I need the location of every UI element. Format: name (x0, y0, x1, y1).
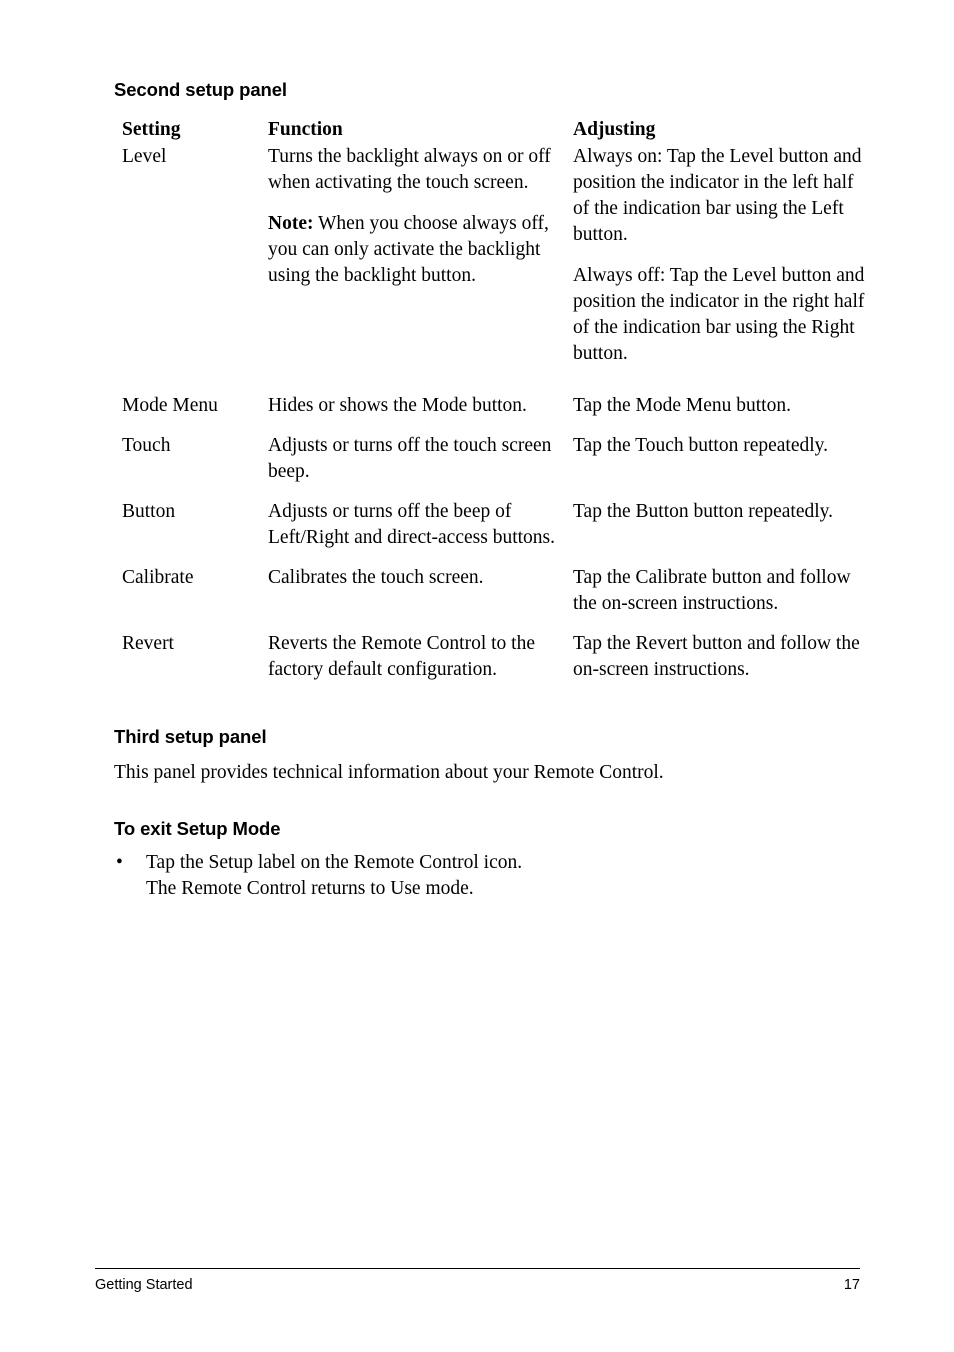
table-row: Mode Menu Hides or shows the Mode button… (122, 393, 874, 433)
list-item: • Tap the Setup label on the Remote Cont… (114, 850, 874, 902)
column-header-function: Function (268, 119, 343, 141)
table-row: Button Adjusts or turns off the beep of … (122, 499, 874, 565)
cell-function: Reverts the Remote Control to the factor… (268, 631, 573, 697)
adjusting-paragraph: Tap the Calibrate button and follow the … (573, 567, 851, 615)
function-paragraph: Reverts the Remote Control to the factor… (268, 633, 535, 681)
footer-divider (95, 1268, 860, 1269)
table-row: Calibrate Calibrates the touch screen. T… (122, 565, 874, 631)
table-row: Level Turns the backlight always on or o… (122, 144, 874, 393)
third-setup-panel-body: This panel provides technical informatio… (114, 761, 664, 783)
cell-function: Turns the backlight always on or off whe… (268, 144, 573, 393)
cell-setting: Mode Menu (122, 395, 218, 417)
cell-setting: Level (122, 146, 167, 168)
table-row: Touch Adjusts or turns off the touch scr… (122, 433, 874, 499)
cell-function: Adjusts or turns off the beep of Left/Ri… (268, 499, 573, 565)
setup-settings-table: Setting Function Adjusting Level Turns t… (122, 117, 874, 697)
function-paragraph: Turns the backlight always on or off whe… (268, 146, 551, 194)
function-paragraph: Hides or shows the Mode button. (268, 395, 527, 417)
adjusting-paragraph: Tap the Touch button repeatedly. (573, 435, 829, 457)
page-footer: Getting Started 17 (95, 1268, 860, 1293)
bullet-icon: • (116, 852, 123, 874)
second-setup-panel-heading: Second setup panel (114, 79, 287, 100)
cell-setting: Touch (122, 435, 171, 457)
cell-adjusting: Always on: Tap the Level button and posi… (573, 144, 874, 393)
cell-function: Hides or shows the Mode button. (268, 393, 573, 433)
footer-row: Getting Started 17 (95, 1277, 860, 1293)
page: Second setup panel Setting Function Adju… (0, 0, 954, 1352)
adjusting-paragraph-off: Always off: Tap the Level button and pos… (573, 265, 865, 365)
exit-setup-mode-heading: To exit Setup Mode (114, 817, 281, 839)
column-header-setting: Setting (122, 119, 181, 141)
cell-function: Adjusts or turns off the touch screen be… (268, 433, 573, 499)
function-paragraph: Adjusts or turns off the touch screen be… (268, 435, 552, 483)
cell-setting: Button (122, 501, 176, 523)
cell-function: Calibrates the touch screen. (268, 565, 573, 631)
function-note-paragraph: Note: When you choose always off, you ca… (268, 211, 561, 289)
exit-steps-list: • Tap the Setup label on the Remote Cont… (114, 850, 874, 902)
cell-adjusting: Tap the Calibrate button and follow the … (573, 565, 874, 631)
cell-adjusting: Tap the Button button repeatedly. (573, 499, 874, 565)
table-row: Revert Reverts the Remote Control to the… (122, 631, 874, 697)
cell-setting: Revert (122, 633, 174, 655)
page-number: 17 (843, 1277, 860, 1293)
cell-adjusting: Tap the Touch button repeatedly. (573, 433, 874, 499)
function-paragraph: Adjusts or turns off the beep of Left/Ri… (268, 501, 555, 549)
third-setup-panel-heading: Third setup panel (114, 726, 267, 748)
adjusting-paragraph: Tap the Button button repeatedly. (573, 501, 834, 523)
cell-adjusting: Tap the Mode Menu button. (573, 393, 874, 433)
column-header-adjusting: Adjusting (573, 119, 656, 141)
table-header-row: Setting Function Adjusting (122, 117, 874, 144)
cell-adjusting: Tap the Revert button and follow the on-… (573, 631, 874, 697)
adjusting-paragraph: Tap the Mode Menu button. (573, 395, 791, 417)
note-label: Note: (268, 213, 314, 235)
page-content: Second setup panel Setting Function Adju… (114, 79, 874, 902)
function-paragraph: Calibrates the touch screen. (268, 567, 484, 589)
list-item-line-1: Tap the Setup label on the Remote Contro… (146, 852, 523, 874)
adjusting-paragraph: Tap the Revert button and follow the on-… (573, 633, 860, 681)
footer-section-label: Getting Started (95, 1277, 193, 1293)
cell-setting: Calibrate (122, 567, 194, 589)
adjusting-paragraph-on: Always on: Tap the Level button and posi… (573, 146, 862, 246)
list-item-line-2: The Remote Control returns to Use mode. (146, 878, 474, 900)
